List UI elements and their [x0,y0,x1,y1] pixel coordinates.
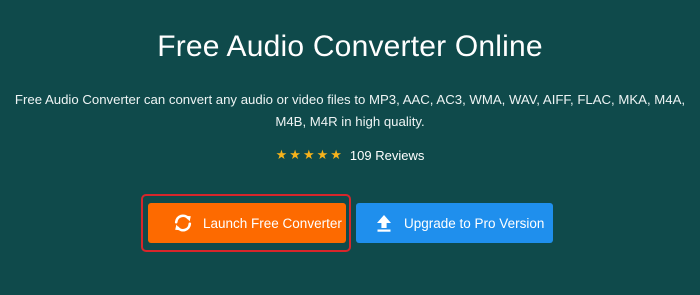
upgrade-button-label: Upgrade to Pro Version [404,215,545,231]
refresh-convert-icon [173,213,193,233]
star-icon: ★ [275,147,288,162]
launch-free-converter-button[interactable]: Launch Free Converter [148,203,346,243]
star-icon: ★ [316,147,329,162]
upload-arrow-icon [374,213,394,233]
star-icon: ★ [330,147,342,162]
page-title: Free Audio Converter Online [157,30,543,63]
hero-section: Free Audio Converter Online Free Audio C… [0,0,700,295]
rating: ★ ★ ★ ★ ★ 109 Reviews [0,145,700,165]
reviews-link[interactable]: 109 Reviews [350,148,424,163]
cta-buttons: Launch Free Converter Upgrade to Pro Ver… [0,194,700,254]
star-icon: ★ [289,147,301,162]
star-rating: ★ ★ ★ ★ ★ [276,148,342,162]
upgrade-to-pro-button[interactable]: Upgrade to Pro Version [356,203,553,243]
star-icon: ★ [302,147,315,162]
product-description: Free Audio Converter can convert any aud… [14,92,686,129]
launch-button-label: Launch Free Converter [203,215,342,231]
